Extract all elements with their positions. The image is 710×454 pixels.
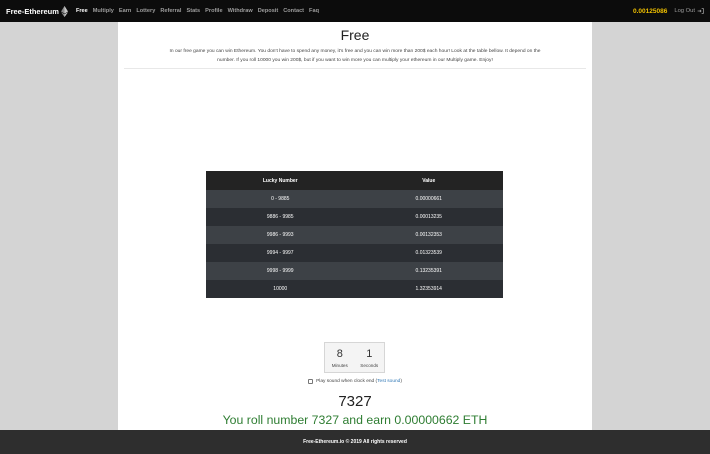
lucky-number-cell: 0 - 9885: [206, 190, 355, 208]
lucky-number-cell: 9994 - 9997: [206, 244, 355, 262]
nav-right: 0.00125086 Log Out: [633, 8, 704, 15]
rolled-number: 7327: [338, 393, 372, 410]
play-sound-checkbox[interactable]: [308, 379, 314, 384]
roll-result-message: You roll number 7327 and earn 0.00000662…: [222, 413, 488, 427]
table-row: 9998 - 9999 0.13235391: [206, 262, 503, 280]
value-cell: 0.00013235: [354, 208, 503, 226]
table-row: 10000 1.32353914: [206, 280, 503, 298]
seconds-label: Seconds: [360, 362, 379, 368]
nav-link-contact[interactable]: Contact: [283, 8, 304, 14]
test-sound-link[interactable]: Test sound: [377, 379, 400, 384]
countdown-seconds: 1 Seconds: [355, 343, 385, 372]
lucky-number-cell: 9998 - 9999: [206, 262, 355, 280]
value-cell: 0.00000661: [354, 190, 503, 208]
nav-link-referral[interactable]: Referral: [160, 8, 181, 14]
ethereum-icon: [61, 5, 68, 17]
nav-link-deposit[interactable]: Deposit: [258, 8, 279, 14]
value-cell: 0.00132353: [354, 226, 503, 244]
countdown-minutes: 8 Minutes: [325, 343, 355, 372]
countdown-timer: 8 Minutes 1 Seconds: [324, 342, 385, 373]
balance-display: 0.00125086: [633, 7, 668, 15]
prize-table: Lucky Number Value 0 - 9885 0.00000661 9…: [206, 171, 503, 298]
divider: [124, 68, 586, 69]
column-header-value: Value: [354, 171, 503, 190]
minutes-value: 8: [336, 347, 343, 360]
table-row: 0 - 9885 0.00000661: [206, 190, 503, 208]
nav-link-multiply[interactable]: Multiply: [93, 8, 114, 14]
value-cell: 1.32353914: [354, 280, 503, 298]
brand-name[interactable]: Free-Ethereum: [6, 7, 59, 16]
main-content: Free In our free game you can win Ethere…: [118, 22, 592, 430]
minutes-label: Minutes: [331, 362, 348, 368]
logout-label[interactable]: Log Out: [674, 8, 695, 14]
column-header-lucky-number: Lucky Number: [206, 171, 355, 190]
logout-link[interactable]: Log Out: [674, 8, 704, 14]
nav-link-lottery[interactable]: Lottery: [136, 8, 155, 14]
lucky-number-cell: 10000: [206, 280, 355, 298]
nav-links: Free Multiply Earn Lottery Referral Stat…: [76, 8, 324, 14]
nav-link-free[interactable]: Free: [76, 8, 88, 14]
nav-link-faq[interactable]: Faq: [309, 8, 319, 14]
lucky-number-cell: 9986 - 9993: [206, 226, 355, 244]
description-line-2: number. If you roll 10000 you win 200$, …: [217, 58, 493, 63]
nav-link-earn[interactable]: Earn: [119, 8, 131, 14]
description-line-1: In our free game you can win Ethereum. Y…: [169, 49, 541, 54]
logout-icon: [697, 8, 704, 14]
lucky-number-cell: 9886 - 9985: [206, 208, 355, 226]
nav-link-profile[interactable]: Profile: [205, 8, 222, 14]
table-header-row: Lucky Number Value: [206, 171, 503, 190]
footer: Free-Ethereum.io © 2019 All rights reser…: [0, 430, 710, 454]
top-navbar: Free-Ethereum Free Multiply Earn Lottery…: [0, 0, 710, 22]
play-sound-label-close: ): [400, 379, 402, 384]
table-row: 9886 - 9985 0.00013235: [206, 208, 503, 226]
sound-option: Play sound when clock end ( Test sound ): [118, 379, 592, 384]
brand[interactable]: Free-Ethereum: [6, 5, 68, 17]
table-row: 9994 - 9997 0.01323539: [206, 244, 503, 262]
nav-link-stats[interactable]: Stats: [186, 8, 200, 14]
value-cell: 0.13235391: [354, 262, 503, 280]
page-title: Free: [340, 27, 370, 43]
page-description: In our free game you can win Ethereum. Y…: [126, 47, 584, 65]
seconds-value: 1: [366, 347, 373, 360]
footer-text: Free-Ethereum.io © 2019 All rights reser…: [303, 439, 407, 445]
play-sound-label: Play sound when clock end (: [316, 379, 378, 384]
nav-link-withdraw[interactable]: Withdraw: [228, 8, 253, 14]
value-cell: 0.01323539: [354, 244, 503, 262]
table-row: 9986 - 9993 0.00132353: [206, 226, 503, 244]
